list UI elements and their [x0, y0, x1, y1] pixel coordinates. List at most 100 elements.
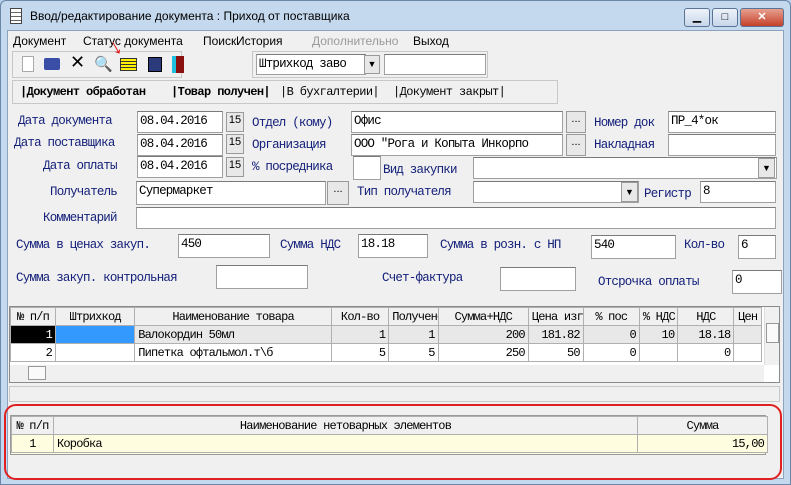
calendar-icon[interactable]: 15 — [226, 157, 244, 177]
cell[interactable]: 1 — [388, 325, 439, 344]
cell[interactable]: 10 — [638, 325, 679, 344]
org-input[interactable]: ООО "Рога и Копыта Инкорпо — [351, 134, 563, 156]
new-icon[interactable] — [22, 56, 34, 72]
status-closed[interactable]: |Документ закрыт| — [393, 85, 506, 99]
col-header[interactable]: Наименование товара — [134, 307, 333, 326]
cell[interactable]: Валокордин 50мл — [134, 325, 333, 344]
status-processed[interactable]: |Документ обработан — [20, 85, 146, 99]
sum-retail-input[interactable]: 540 — [591, 235, 676, 259]
broker-label: % посредника — [252, 160, 333, 174]
purchase-type-dropdown[interactable]: ▼ — [758, 158, 775, 178]
dept-input[interactable]: Офис — [351, 111, 563, 133]
minimize-button[interactable]: ▁ — [684, 8, 710, 27]
invoice-f-label: Счет-фактура — [382, 271, 463, 285]
invoice-input[interactable] — [668, 134, 776, 156]
calc-icon[interactable] — [148, 57, 162, 72]
org-label: Организация — [252, 138, 327, 152]
delay-input[interactable]: 0 — [732, 270, 782, 294]
cell[interactable]: 0 — [582, 343, 640, 362]
col-header[interactable]: % пос — [582, 307, 640, 326]
qty-label: Кол-во — [684, 238, 725, 252]
calendar-icon[interactable]: 15 — [226, 112, 244, 132]
barcode-type-select[interactable]: Штрихкод заво — [256, 54, 366, 75]
cell[interactable]: 1 — [10, 325, 57, 344]
menu-exit[interactable]: Выход — [413, 34, 449, 48]
red-highlight-annotation — [4, 404, 782, 480]
vertical-scrollbar[interactable] — [764, 307, 779, 365]
close-button[interactable]: ✕ — [740, 8, 784, 27]
print-icon[interactable] — [44, 58, 60, 70]
menu-document[interactable]: Документ — [13, 34, 66, 48]
supplier-date-input[interactable]: 08.04.2016 — [137, 134, 223, 156]
cell[interactable] — [55, 325, 136, 344]
dept-label: Отдел (кому) — [252, 116, 333, 130]
cell[interactable]: 0 — [677, 343, 735, 362]
purchase-type-select[interactable] — [473, 157, 777, 179]
col-header[interactable]: Цена изг — [527, 307, 584, 326]
barcode-type-dropdown[interactable]: ▼ — [364, 55, 380, 74]
cell[interactable]: 18.18 — [677, 325, 735, 344]
pay-date-input[interactable]: 08.04.2016 — [137, 156, 223, 178]
cell[interactable]: 181.82 — [527, 325, 584, 344]
broker-input[interactable] — [353, 156, 381, 180]
cell[interactable]: 250 — [437, 343, 529, 362]
cell[interactable]: 2 — [10, 343, 57, 362]
recipient-input[interactable]: Супермаркет — [136, 181, 326, 205]
cell[interactable] — [638, 343, 679, 362]
cell[interactable]: 200 — [437, 325, 529, 344]
exit-door-icon[interactable] — [172, 56, 184, 73]
col-header[interactable]: Штрихкод — [55, 307, 136, 326]
barcode-input[interactable] — [384, 54, 486, 75]
horizontal-scrollbar[interactable] — [10, 365, 764, 382]
sum-control-input[interactable] — [216, 265, 308, 289]
invoice-f-input[interactable] — [500, 267, 576, 291]
qty-input[interactable]: 6 — [738, 235, 776, 259]
comment-input[interactable] — [136, 207, 776, 229]
cell[interactable]: 5 — [331, 343, 390, 362]
col-header[interactable]: Сумма+НДС — [437, 307, 529, 326]
table-row[interactable]: 1 Валокордин 50мл 1 1 200 181.82 0 10 18… — [10, 325, 762, 344]
app-icon — [10, 8, 22, 24]
cell[interactable] — [733, 325, 762, 344]
org-browse-button[interactable]: ... — [566, 134, 586, 156]
doc-date-input[interactable]: 08.04.2016 — [137, 111, 223, 133]
vat-input[interactable]: 18.18 — [358, 234, 428, 258]
col-header[interactable]: Кол-во — [331, 307, 390, 326]
cell[interactable]: Пипетка офтальмол.т\б — [134, 343, 333, 362]
calendar-icon[interactable]: 15 — [226, 134, 244, 154]
menu-status[interactable]: Статус документа — [83, 34, 183, 48]
sum-purchase-input[interactable]: 450 — [178, 234, 270, 258]
col-header[interactable]: № п/п — [10, 307, 57, 326]
status-received[interactable]: |Товар получен| — [171, 85, 271, 99]
cell[interactable] — [733, 343, 762, 362]
delete-icon[interactable]: ✕ — [70, 52, 85, 73]
items-grid: № п/п Штрихкод Наименование товара Кол-в… — [9, 306, 780, 383]
col-header[interactable]: % НДС — [638, 307, 679, 326]
menu-history[interactable]: История — [236, 34, 283, 48]
dept-browse-button[interactable]: ... — [566, 111, 586, 133]
list-icon[interactable] — [120, 58, 137, 71]
cell[interactable] — [55, 343, 136, 362]
register-input[interactable]: 8 — [700, 181, 776, 203]
status-accounting[interactable]: |В бухгалтерии| — [280, 85, 380, 99]
col-header[interactable]: Получено — [388, 307, 439, 326]
cell[interactable]: 0 — [582, 325, 640, 344]
col-header[interactable]: НДС — [677, 307, 735, 326]
doc-no-input[interactable]: ПР_4*ок — [668, 111, 776, 133]
menu-search[interactable]: Поиск — [203, 34, 236, 48]
maximize-button[interactable]: □ — [712, 8, 738, 27]
table-row[interactable]: 2 Пипетка офтальмол.т\б 5 5 250 50 0 0 — [10, 343, 762, 362]
divider — [9, 386, 780, 402]
col-header[interactable]: Цен — [733, 307, 762, 326]
search-doc-icon[interactable]: 🔍 — [94, 55, 113, 73]
cell[interactable]: 5 — [388, 343, 439, 362]
supplier-date-label: Дата поставщика — [14, 136, 115, 150]
window-title: Ввод/редактирование документа : Приход о… — [30, 9, 350, 23]
invoice-label: Накладная — [594, 138, 655, 152]
recipient-browse-button[interactable]: ... — [327, 181, 349, 205]
recipient-type-dropdown[interactable]: ▼ — [621, 182, 638, 202]
cell[interactable]: 50 — [527, 343, 584, 362]
pay-date-label: Дата оплаты — [43, 159, 118, 173]
recipient-type-select[interactable] — [473, 181, 639, 203]
cell[interactable]: 1 — [331, 325, 390, 344]
